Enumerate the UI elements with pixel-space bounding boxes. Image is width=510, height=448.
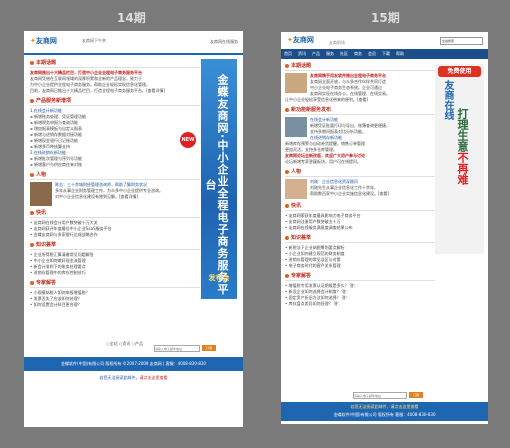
- banner-pub: 发布会: [208, 274, 230, 282]
- ad-slogan: 打理生意不再难: [456, 108, 469, 185]
- section-line[interactable]: • 进销存管理中的库存控制技巧: [30, 270, 200, 276]
- subscribe-button[interactable]: 订阅: [409, 392, 423, 398]
- section-photo: [285, 117, 307, 137]
- section-line[interactable]: 目前，友商网已推出十大精品栏目，打造全程电子商务服务平台。[查看详情]: [30, 88, 200, 94]
- copyright: 金蝶软件(中国)有限公司 版权所有 客服：4008-830-830: [333, 412, 436, 417]
- section-2: 人物 陈志：三十余城财经管理咨询师，帮助了解财务状况 多年从事企业财务管理工作，为…: [30, 171, 200, 206]
- section-0: 本期话题 友商网携手用友软件推出全程电子商务平台 友商网全面开放，与众多合作伙伴共同…: [285, 62, 435, 103]
- section-title: 本期话题: [285, 62, 435, 71]
- section-4: 知识荟萃 • 企业所得税汇算清缴常见问题解答 • 中小企业如何做好现金流管理 • 新会…: [30, 241, 200, 276]
- section-line[interactable]: 帮助数百家中小企业实施信息化建设。[查看]: [310, 191, 435, 197]
- section-1: 产品服务新增项1.在线会计新功能 新增账务处理、凭证管理功能 新增税务申报与查询…: [30, 97, 200, 168]
- section-photo: [30, 182, 52, 206]
- email-input[interactable]: [154, 345, 200, 352]
- view-online-link[interactable]: 若您无法阅读此邮件，请点击这里查看: [281, 403, 488, 411]
- section-line[interactable]: 论坛新增专家答疑板块，用户可在线提问。: [285, 159, 435, 165]
- new-badge: NEW: [180, 132, 196, 148]
- section-title: 快讯: [285, 202, 435, 211]
- section-dot-icon: [30, 210, 34, 215]
- footer-prefix: 若您无法阅读此邮件，: [99, 375, 140, 380]
- subscribe-bar: ○全站 ○资讯 ○产品 订阅: [24, 339, 243, 353]
- nav-item[interactable]: 资讯: [295, 49, 309, 59]
- section-line[interactable]: • 电子商务时代的客户关系管理: [285, 263, 435, 269]
- section-dot-icon: [285, 63, 289, 68]
- section-5: 专家解答 • 小规模纳税人如何申报增值税？ • 发票丢失了应该如何处理？ • 如何设置…: [30, 279, 200, 308]
- section-title: 专家解答: [30, 279, 200, 288]
- section-photo: [285, 179, 307, 199]
- view-online-link[interactable]: 请点击这里查看: [140, 375, 168, 380]
- section-title: 本期话题: [30, 59, 200, 68]
- newsletter-issue-15: ✦友商网 友商职场 全站搜索 首页 资讯 产品 服务 社区 商务 会员 下载 帮助 本期话题 友商…: [281, 32, 488, 424]
- section-3: 快讯 • 友商网在线会计用户数突破十万大关 • 友商网获评年度最佳中小企业SaaS服…: [30, 209, 200, 238]
- search-scope-select[interactable]: 全站搜索: [440, 37, 483, 45]
- section-title: 知识荟萃: [285, 234, 435, 243]
- section-dot-icon: [285, 169, 289, 174]
- nav-item[interactable]: 服务: [323, 49, 337, 59]
- section-5: 专家解答 • 增值税专用发票认证期限是多久？ 答： • 新设企业如何选择会计制度？ …: [285, 272, 435, 307]
- tagline: 友商职场: [329, 40, 345, 45]
- email-input[interactable]: [353, 392, 407, 399]
- section-title: 新功能新服务发布: [285, 106, 435, 115]
- subscribe-button[interactable]: 订阅: [202, 345, 216, 351]
- nav-item[interactable]: 社区: [337, 49, 351, 59]
- search-options[interactable]: ○全站 ○资讯 ○产品: [106, 341, 143, 347]
- section-line[interactable]: 新增客户与供应商往来对账: [30, 162, 200, 168]
- section-0: 本期话题 友商网推出十大精品栏目，打造中小企业全程电子商务服务平台 友商网凭借在互联…: [30, 59, 200, 94]
- section-title: 人物: [285, 168, 435, 177]
- section-line[interactable]: • 金蝶友商网与多家银行达成战略合作: [30, 232, 200, 238]
- section-dot-icon: [30, 280, 34, 285]
- section-line[interactable]: 让中小企业轻松享受信息化带来的便利。[查看]: [285, 97, 435, 103]
- section-dot-icon: [30, 60, 34, 65]
- period-label-15: 15期: [371, 11, 400, 25]
- tagline: 友商网下午茶: [82, 38, 106, 43]
- period-label-14: 14期: [117, 11, 146, 25]
- section-title: 快讯: [30, 209, 200, 218]
- banner-text: 金蝶友商网·中小企业全程电子商务服务平台: [204, 74, 229, 296]
- nav-item[interactable]: 会员: [365, 49, 379, 59]
- section-3: 快讯 • 友商网荣获年度最具影响力电子商务平台 • 友商网注册用户数突破五十万 • 友…: [285, 202, 435, 231]
- logo[interactable]: ✦友商网: [30, 36, 57, 46]
- nav-bar: 首页 资讯 产品 服务 社区 商务 会员 下载 帮助: [281, 49, 488, 59]
- subscribe-bar: 订阅: [281, 391, 488, 401]
- section-dot-icon: [30, 98, 34, 103]
- contact-link[interactable]: 友商网在线服务: [210, 39, 238, 45]
- section-dot-icon: [285, 203, 289, 208]
- section-title: 产品服务新增项: [30, 97, 200, 106]
- section-1: 新功能新服务发布 在线会计新功能 新增凭证批量打印与导出，账簿查询更便捷， 支持多…: [285, 106, 435, 165]
- section-line[interactable]: 对中小企业信息化建设有独到见解。[查看详情]: [55, 194, 200, 200]
- section-line[interactable]: • 友商网在线服务满意度调查结果公布: [285, 225, 435, 231]
- section-dot-icon: [30, 172, 34, 177]
- section-2: 人物 刘刚：企业信息化资深顾问 刘刚先生从事企业信息化工作十余年， 帮助数百家中小…: [285, 168, 435, 199]
- ad-title: 友商在线: [442, 80, 453, 120]
- section-dot-icon: [285, 273, 289, 278]
- section-photo: [285, 73, 307, 93]
- section-dot-icon: [285, 107, 289, 112]
- promo-banner[interactable]: 金蝶友商网·中小企业全程电子商务服务平台 发布会: [201, 59, 237, 299]
- section-dot-icon: [285, 235, 289, 240]
- content-column: 本期话题 友商网推出十大精品栏目，打造中小企业全程电子商务服务平台 友商网凭借在互联…: [30, 59, 200, 311]
- newsletter-header: ✦友商网 友商网下午茶 友商网在线服务: [24, 31, 243, 55]
- section-title: 知识荟萃: [30, 241, 200, 250]
- side-ad[interactable]: 免费使用 友商在线 打理生意不再难: [435, 64, 484, 254]
- section-title: 专家解答: [285, 272, 435, 281]
- main-content: 本期话题 友商网推出十大精品栏目，打造中小企业全程电子商务服务平台 友商网凭借在互联…: [24, 55, 243, 373]
- free-use-badge: 免费使用: [438, 66, 481, 77]
- newsletter-issue-14: ✦友商网 友商网下午茶 友商网在线服务 本期话题 友商网推出十大精品栏目，打造中小…: [24, 31, 243, 427]
- newsletter-header: ✦友商网 友商职场 全站搜索: [281, 32, 488, 48]
- footer: 金蝶软件(中国)有限公司 版权所有 ©2007-2009 友商网 | 客服：40…: [24, 357, 243, 371]
- nav-item[interactable]: 下载: [379, 49, 393, 59]
- content-column: 本期话题 友商网携手用友软件推出全程电子商务平台 友商网全面开放，与众多合作伙伴共同…: [285, 62, 435, 310]
- nav-item[interactable]: 产品: [309, 49, 323, 59]
- section-line[interactable]: • 如何设置会计科目更合理？: [30, 302, 200, 308]
- section-dot-icon: [30, 242, 34, 247]
- nav-item[interactable]: 商务: [351, 49, 365, 59]
- section-4: 知识荟萃 • 新税法下企业纳税筹划要点解析 • 小企业如何建立规范的财务制度 • 进销…: [285, 234, 435, 269]
- section-title: 人物: [30, 171, 200, 180]
- footer-link-row: 若您无法阅读此邮件，请点击这里查看: [24, 375, 243, 381]
- section-line[interactable]: • 库存盘点差异如何处理？ 答：: [285, 301, 435, 307]
- nav-item[interactable]: 帮助: [393, 49, 407, 59]
- footer: 若您无法阅读此邮件，请点击这里查看 金蝶软件(中国)有限公司 版权所有 客服：4…: [281, 402, 488, 421]
- nav-item[interactable]: 首页: [281, 49, 295, 59]
- logo[interactable]: ✦友商网: [287, 35, 314, 45]
